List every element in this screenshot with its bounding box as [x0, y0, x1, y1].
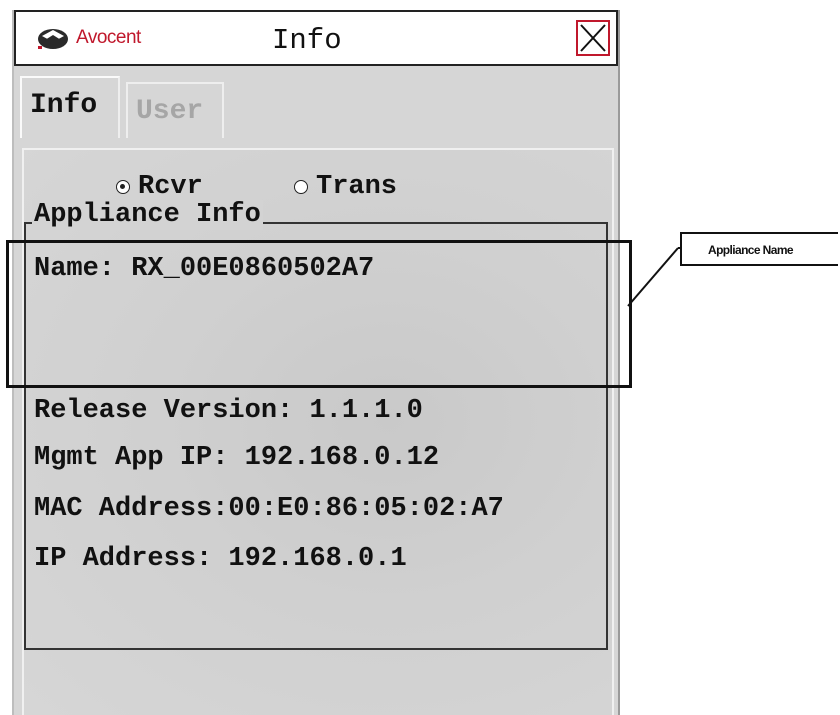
ip-address: IP Address: 192.168.0.1	[34, 544, 407, 574]
mac-address: MAC Address:00:E0:86:05:02:A7	[34, 494, 504, 524]
avocent-logo-icon	[36, 26, 70, 50]
radio-trans-label: Trans	[316, 172, 398, 202]
radio-trans[interactable]: Trans	[294, 172, 397, 202]
avocent-logo: Avocent	[36, 26, 141, 50]
radio-rcvr-label: Rcvr	[138, 172, 203, 202]
tab-user[interactable]: User	[126, 82, 224, 138]
radio-rcvr[interactable]: Rcvr	[116, 172, 203, 202]
window-title: Info	[272, 24, 342, 57]
radio-rcvr-indicator[interactable]	[116, 180, 130, 194]
close-button[interactable]	[576, 20, 610, 56]
brand-name: Avocent	[76, 27, 141, 48]
tab-info[interactable]: Info	[20, 76, 120, 138]
title-bar: Avocent Info	[14, 10, 618, 66]
callout-label: Appliance Name	[708, 243, 794, 257]
release-version: Release Version: 1.1.1.0	[34, 396, 423, 426]
callout-highlight-box	[6, 240, 632, 388]
appliance-info-legend: Appliance Info	[32, 200, 263, 230]
mgmt-app-ip: Mgmt App IP: 192.168.0.12	[34, 443, 440, 473]
close-icon	[580, 24, 606, 52]
radio-trans-indicator[interactable]	[294, 180, 308, 194]
